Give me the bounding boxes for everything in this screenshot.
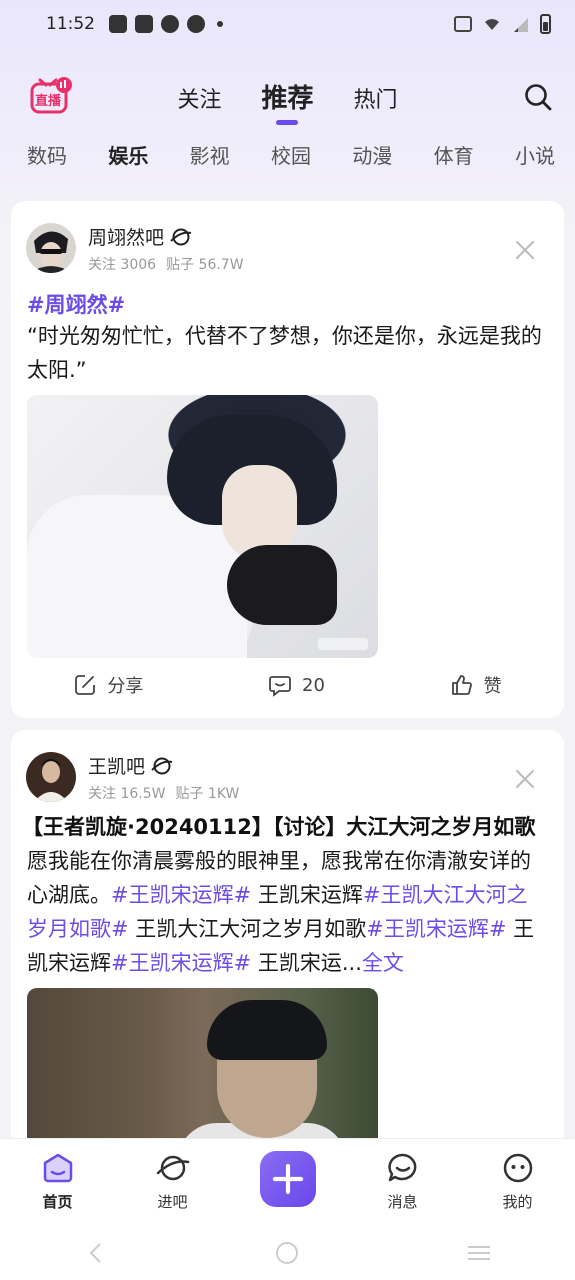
post-hashtag[interactable]: #周翊然# — [27, 289, 548, 319]
like-button[interactable]: 赞 — [450, 672, 502, 698]
category-novel[interactable]: 小说 — [515, 140, 555, 169]
category-entertainment[interactable]: 娱乐 — [108, 140, 148, 169]
comment-count: 20 — [302, 674, 325, 696]
image-glove — [227, 545, 337, 625]
follower-count: 关注 16.5W — [88, 786, 166, 802]
nav-bars-label: 进吧 — [157, 1193, 188, 1211]
comment-icon — [269, 676, 291, 697]
post-image[interactable] — [27, 395, 378, 658]
status-time: 11:52 — [46, 14, 95, 34]
bar-meta: 关注 16.5W 贴子 1KW — [88, 783, 239, 803]
post-text: “时光匆匆忙忙，代替不了梦想，你还是你，永远是我的太阳.” — [27, 324, 542, 382]
share-button[interactable]: 分享 — [73, 672, 143, 698]
battery-icon — [540, 14, 551, 34]
recents-icon[interactable] — [464, 1238, 494, 1268]
bar-name-text: 王凯吧 — [88, 756, 146, 778]
bottom-nav: 首页 进吧 消息 我的 — [0, 1138, 575, 1226]
post-text-part: 王凯宋运辉 — [251, 883, 363, 907]
nav-home[interactable]: 首页 — [18, 1151, 98, 1212]
image-hair — [207, 1000, 327, 1060]
post-text-part: 王凯大江大河之岁月如歌 — [128, 917, 367, 941]
message-icon — [387, 1153, 416, 1182]
category-digital[interactable]: 数码 — [27, 140, 67, 169]
category-campus[interactable]: 校园 — [271, 140, 311, 169]
post-count: 贴子 56.7W — [166, 257, 244, 273]
nav-messages[interactable]: 消息 — [363, 1151, 443, 1212]
notification-app-icon — [161, 15, 179, 33]
like-label: 赞 — [483, 676, 502, 697]
post-card[interactable]: 王凯吧 关注 16.5W 贴子 1KW 【王者凯旋·20240112】【讨论】大… — [11, 730, 564, 1150]
nav-messages-label: 消息 — [387, 1193, 418, 1211]
post-header: 王凯吧 关注 16.5W 贴子 1KW — [11, 750, 564, 810]
more-notifications-dot-icon — [217, 21, 223, 27]
category-anime[interactable]: 动漫 — [352, 140, 392, 169]
system-nav-bar — [0, 1226, 575, 1280]
tab-recommended[interactable]: 推荐 — [261, 78, 313, 115]
planet-icon — [170, 228, 192, 245]
avatar[interactable] — [26, 752, 76, 802]
nav-post[interactable] — [248, 1151, 328, 1207]
search-icon[interactable] — [523, 82, 553, 112]
nav-home-label: 首页 — [42, 1193, 73, 1211]
post-button[interactable] — [259, 1151, 316, 1207]
tab-following[interactable]: 关注 — [177, 82, 221, 115]
post-hashtag[interactable]: #王凯宋运辉# — [366, 917, 506, 941]
comment-button[interactable]: 20 — [268, 673, 325, 697]
notification-app-icon-2 — [187, 15, 205, 33]
post-title[interactable]: 【王者凯旋·20240112】【讨论】大江大河之岁月如歌 — [22, 810, 548, 844]
bar-name-text: 周翊然吧 — [88, 227, 165, 249]
back-icon[interactable] — [81, 1238, 111, 1268]
close-icon[interactable] — [514, 239, 536, 261]
post-hashtag[interactable]: #王凯宋运辉# — [111, 883, 251, 907]
share-icon — [75, 675, 96, 695]
planet-icon — [156, 1155, 189, 1181]
post-body[interactable]: #周翊然# “时光匆匆忙忙，代替不了梦想，你还是你，永远是我的太阳.” — [11, 289, 564, 658]
bar-name[interactable]: 王凯吧 — [88, 752, 173, 779]
home-circle-icon[interactable] — [272, 1238, 302, 1268]
thumbs-up-icon — [451, 675, 472, 695]
read-more-link[interactable]: 全文 — [362, 951, 404, 975]
notification-mail-icon-2 — [135, 15, 153, 33]
plus-icon — [272, 1163, 303, 1195]
image-watermark — [318, 638, 368, 650]
follower-count: 关注 3006 — [88, 257, 157, 273]
close-icon[interactable] — [514, 768, 536, 790]
post-count: 贴子 1KW — [175, 786, 240, 802]
notification-mail-icon — [109, 15, 127, 33]
bar-name[interactable]: 周翊然吧 — [88, 223, 192, 250]
post-body[interactable]: 【王者凯旋·20240112】【讨论】大江大河之岁月如歌 愿我能在你清晨雾般的眼… — [11, 810, 564, 1150]
share-label: 分享 — [107, 676, 144, 697]
post-header: 周翊然吧 关注 3006 贴子 56.7W — [11, 221, 564, 281]
system-status-icons — [454, 14, 551, 34]
signal-icon — [514, 18, 528, 32]
post-card[interactable]: 周翊然吧 关注 3006 贴子 56.7W #周翊然# “时光匆匆忙忙，代替不了… — [11, 201, 564, 718]
post-image[interactable] — [27, 988, 378, 1150]
category-film[interactable]: 影视 — [190, 140, 230, 169]
category-sports[interactable]: 体育 — [434, 140, 474, 169]
post-text: 愿我能在你清晨雾般的眼神里，愿我常在你清澈安详的心湖底。#王凯宋运辉# 王凯宋运… — [27, 844, 548, 980]
notification-icons — [109, 15, 223, 33]
avatar[interactable] — [26, 223, 76, 273]
bar-meta: 关注 3006 贴子 56.7W — [88, 254, 244, 274]
home-icon — [43, 1153, 72, 1183]
feed-tabs: 关注 推荐 热门 — [0, 82, 575, 115]
vibrate-icon — [454, 16, 472, 32]
category-row: 数码 娱乐 影视 校园 动漫 体育 小说 — [27, 140, 555, 169]
post-hashtag[interactable]: #王凯宋运辉# — [111, 951, 251, 975]
profile-face-icon — [503, 1153, 532, 1183]
planet-icon — [151, 757, 173, 774]
nav-profile-label: 我的 — [502, 1193, 533, 1211]
tab-hot[interactable]: 热门 — [354, 82, 398, 115]
post-text-part: 王凯宋运... — [251, 951, 362, 975]
nav-profile[interactable]: 我的 — [478, 1151, 558, 1212]
nav-bars[interactable]: 进吧 — [133, 1151, 213, 1212]
post-actions: 分享 20 赞 — [11, 670, 564, 700]
top-nav: 直播 关注 推荐 热门 — [0, 70, 575, 130]
wifi-icon — [485, 19, 499, 30]
status-bar: 11:52 — [0, 0, 575, 48]
